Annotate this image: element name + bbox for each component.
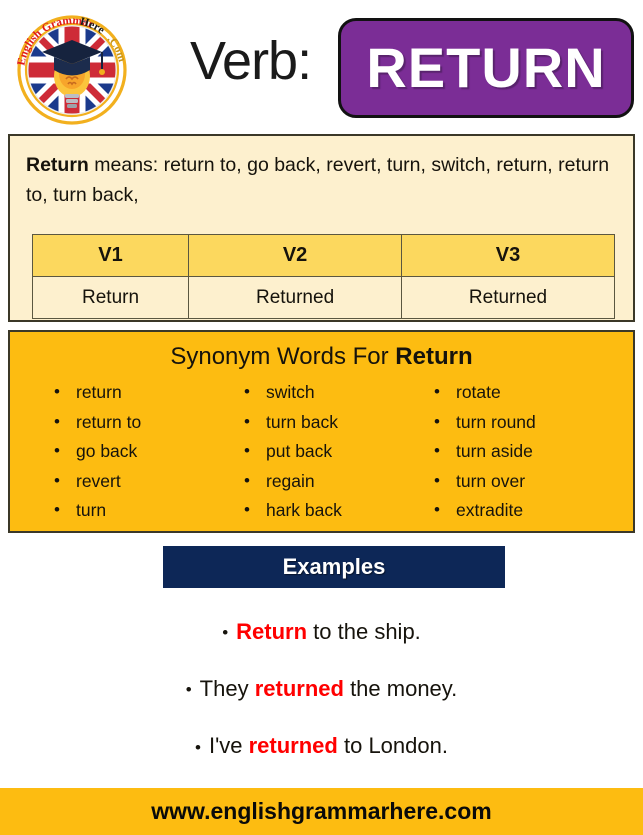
list-item: turn aside	[434, 436, 624, 467]
synonyms-card: Synonym Words For Return return return t…	[8, 330, 635, 533]
header: English Grammar Here .Com Verb: RETURN	[0, 0, 643, 132]
table-header-v1: V1	[31, 234, 190, 277]
verb-forms-table: V1 V2 V3 Return Returned Returned	[31, 234, 615, 319]
logo-svg: English Grammar Here .Com	[15, 15, 128, 125]
list-item: turn	[54, 495, 244, 526]
list-item: extradite	[434, 495, 624, 526]
example-post: to London.	[337, 733, 448, 759]
synonyms-title: Synonym Words For Return	[10, 342, 633, 372]
list-item: rotate	[434, 377, 624, 408]
example-pre: I've	[208, 733, 249, 759]
verb-label: Verb:	[190, 31, 312, 91]
table-cell-v1: Return	[31, 276, 190, 319]
synonyms-column-3: rotate turn round turn aside turn over e…	[434, 377, 624, 526]
verb-word-box: RETURN	[338, 18, 634, 118]
list-item: put back	[244, 436, 434, 467]
synonyms-columns: return return to go back revert turn swi…	[10, 377, 633, 526]
synonyms-title-prefix: Synonym Words For	[170, 343, 396, 370]
example-post: to the ship.	[307, 619, 421, 644]
table-cell-v3: Returned	[401, 276, 615, 319]
list-item: return	[54, 377, 244, 408]
table-cell-v2: Returned	[188, 276, 403, 319]
table-row: Return Returned Returned	[31, 276, 615, 319]
list-item: regain	[244, 466, 434, 497]
synonyms-title-word: Return	[395, 343, 473, 370]
examples-heading-box: Examples	[163, 546, 505, 588]
bullet-icon: •	[195, 737, 201, 757]
synonyms-column-2: switch turn back put back regain hark ba…	[244, 377, 434, 526]
example-highlight: returned	[254, 676, 344, 702]
example-item-2: • They returned the money.	[0, 661, 643, 718]
table-header-v3: V3	[401, 234, 615, 277]
english-grammar-here-logo: English Grammar Here .Com	[10, 14, 134, 126]
example-pre: They	[199, 676, 255, 702]
meaning-subject: Return	[26, 154, 89, 176]
list-item: switch	[244, 377, 434, 408]
list-item: turn round	[434, 407, 624, 438]
worksheet-page: English Grammar Here .Com Verb: RETURN R…	[0, 0, 643, 835]
example-post: the money.	[343, 676, 458, 702]
examples-list: • Return to the ship. • They returned the …	[0, 604, 643, 776]
bullet-icon: •	[222, 623, 229, 643]
list-item: turn back	[244, 407, 434, 438]
list-item: hark back	[244, 495, 434, 526]
synonyms-column-1: return return to go back revert turn	[54, 377, 244, 526]
footer-bar: www.englishgrammarhere.com	[0, 788, 643, 835]
example-item-1: • Return to the ship.	[0, 604, 643, 661]
table-header-row: V1 V2 V3	[31, 234, 615, 277]
footer-website-url: www.englishgrammarhere.com	[151, 798, 492, 824]
list-item: return to	[54, 407, 244, 438]
meaning-text: Return means: return to, go back, revert…	[10, 136, 633, 210]
table-header-v2: V2	[188, 234, 403, 277]
list-item: revert	[54, 466, 244, 497]
example-highlight: returned	[248, 733, 338, 759]
list-item: turn over	[434, 466, 624, 497]
verb-word: RETURN	[366, 36, 606, 99]
list-item: go back	[54, 436, 244, 467]
example-item-3: • I've returned to London.	[0, 718, 643, 775]
bullet-icon: •	[185, 680, 192, 700]
examples-heading-text: Examples	[282, 554, 386, 579]
example-highlight: Return	[236, 619, 308, 644]
meaning-card: Return means: return to, go back, revert…	[8, 134, 635, 322]
meaning-prefix: means:	[88, 154, 164, 176]
